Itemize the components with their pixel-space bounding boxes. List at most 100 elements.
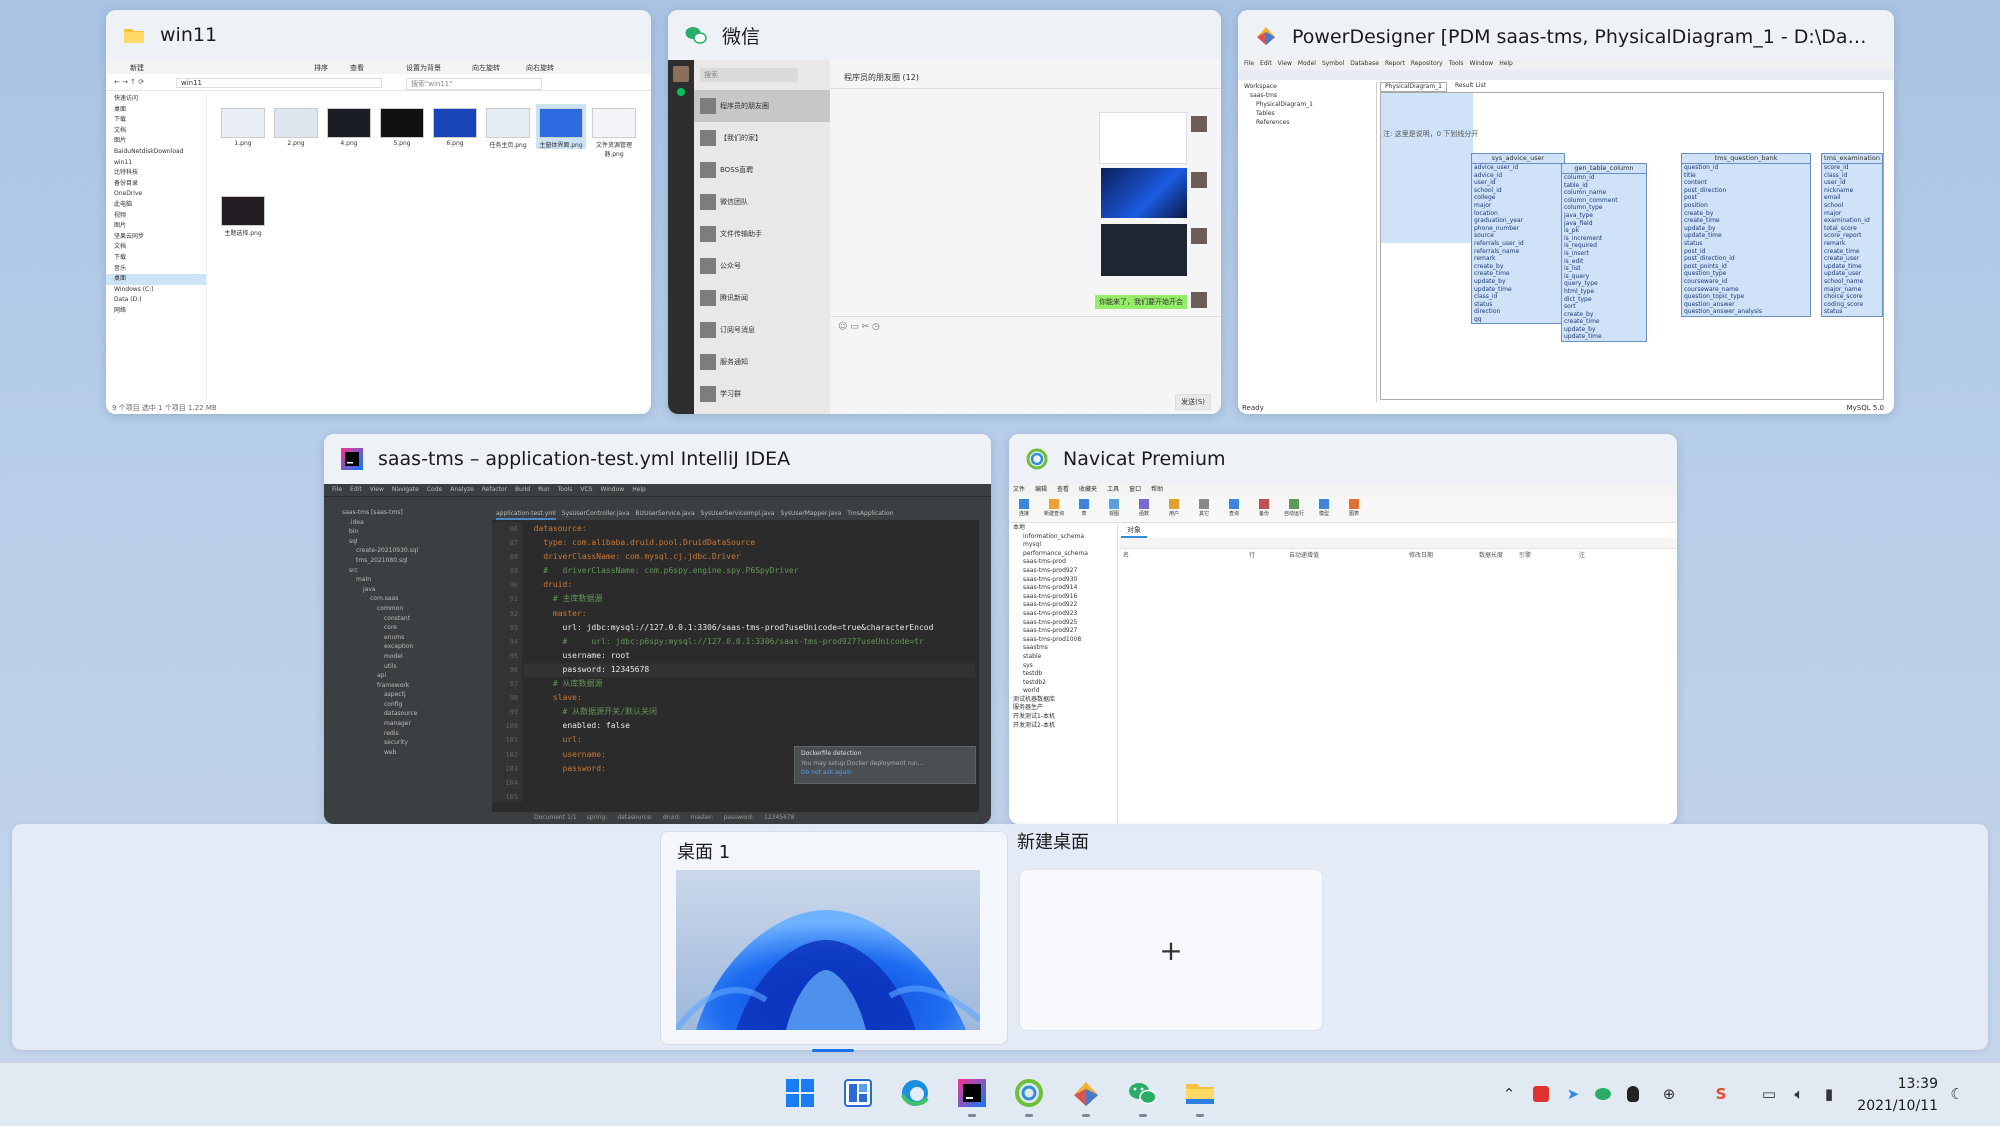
nav-item[interactable]: 图片 — [106, 221, 206, 232]
window-title-bar[interactable]: 微信 — [668, 10, 1221, 60]
file-item[interactable]: 1.png — [218, 104, 268, 147]
nav-item[interactable]: 快速访问 — [106, 94, 206, 105]
database-item[interactable]: information_schema — [1009, 533, 1117, 542]
column-header[interactable]: 引擎 — [1519, 550, 1531, 559]
chat-list-item[interactable]: 订阅号消息 — [694, 314, 830, 346]
nav-item[interactable]: 图片 — [106, 136, 206, 147]
image-message[interactable] — [1101, 168, 1187, 218]
project-tree-item[interactable]: redis — [336, 729, 492, 739]
database-item[interactable]: saas-tms-prod927 — [1009, 567, 1117, 576]
qq-icon[interactable] — [1622, 1083, 1644, 1105]
project-tree-item[interactable]: datasource — [336, 709, 492, 719]
tree-item[interactable]: Tables — [1238, 109, 1376, 118]
menu-item[interactable]: Analyze — [450, 484, 474, 496]
chat-list-item[interactable]: 文件传输助手 — [694, 218, 830, 250]
menu-item[interactable]: Tools — [1449, 60, 1464, 70]
menu-item[interactable]: Tools — [558, 484, 573, 496]
menu-item[interactable]: Code — [427, 484, 442, 496]
rotate-left-button[interactable]: 向左旋转 — [472, 63, 500, 73]
chat-list-item[interactable]: 程序员的朋友圈 — [694, 90, 830, 122]
toolbar-button[interactable]: 用户 — [1163, 496, 1185, 522]
database-item[interactable]: testdb — [1009, 670, 1117, 679]
connection-item[interactable]: 本地 — [1009, 524, 1117, 533]
show-hidden-icons-chevron-up-icon[interactable]: ⌃ — [1498, 1083, 1520, 1105]
toolbar-button[interactable]: 视图 — [1103, 496, 1125, 522]
tree-item[interactable]: saas-tms — [1238, 91, 1376, 100]
database-item[interactable]: stable — [1009, 653, 1117, 662]
project-tree-item[interactable]: exception — [336, 642, 492, 652]
nav-item[interactable]: 桌面 — [106, 274, 206, 285]
menu-item[interactable]: 窗口 — [1129, 484, 1141, 496]
pd-table[interactable]: gen_table_column column_id table_id column_… — [1561, 163, 1647, 343]
project-tree-item[interactable]: utils — [336, 662, 492, 672]
toolbar-button[interactable]: 模型 — [1313, 496, 1335, 522]
window-navicat[interactable]: Navicat Premium 文件 编辑 查看 收藏夹 工具 窗口 帮助 连接 新建查询 表 视… — [1009, 434, 1677, 824]
image-message[interactable] — [1101, 224, 1187, 276]
toolbar-button[interactable]: 函数 — [1133, 496, 1155, 522]
file-item[interactable]: 主窗体界面.png — [536, 104, 586, 149]
menu-item[interactable]: 帮助 — [1151, 484, 1163, 496]
menu-item[interactable]: Help — [632, 484, 646, 496]
file-item[interactable]: 文件资源管理器.png — [589, 104, 639, 158]
window-title-bar[interactable]: win11 — [106, 10, 651, 60]
nav-item[interactable]: 文档 — [106, 242, 206, 253]
tab-objects[interactable]: 对象 — [1121, 524, 1147, 538]
menu-item[interactable]: VCS — [580, 484, 592, 496]
nav-item[interactable]: Data (D:) — [106, 295, 206, 306]
menu-item[interactable]: Edit — [350, 484, 362, 496]
battery-icon[interactable]: ▮ — [1818, 1083, 1840, 1105]
start-button[interactable] — [780, 1073, 820, 1113]
chat-list-item[interactable]: 腾讯新闻 — [694, 282, 830, 314]
column-header[interactable]: 行 — [1249, 550, 1255, 559]
desktop-1[interactable]: 桌面 1 — [660, 831, 1008, 1052]
nav-item[interactable]: 桌面 — [106, 105, 206, 116]
project-tree-item[interactable]: web — [336, 748, 492, 758]
toolbar-button[interactable]: 备份 — [1253, 496, 1275, 522]
menu-item[interactable]: Build — [515, 484, 530, 496]
nav-item[interactable]: BaiduNetdiskDownload — [106, 147, 206, 158]
new-desktop-button[interactable]: + — [1019, 869, 1323, 1031]
menu-item[interactable]: File — [332, 484, 342, 496]
wechat-tray-icon[interactable] — [1592, 1083, 1614, 1105]
database-item[interactable]: saas-tms-prod922 — [1009, 601, 1117, 610]
database-item[interactable]: saas-tms-prod925 — [1009, 619, 1117, 628]
wechat-search-input[interactable]: 搜索 — [700, 68, 798, 82]
chat-list-item[interactable]: 【我们的家】 — [694, 122, 830, 154]
database-item[interactable]: saas-tms-prod923 — [1009, 610, 1117, 619]
menu-item[interactable]: File — [1244, 60, 1254, 70]
notification-moon-icon[interactable]: ☾ — [1946, 1083, 1968, 1105]
menu-item[interactable]: View — [1278, 60, 1292, 70]
edge-button[interactable] — [895, 1073, 935, 1113]
nav-item[interactable]: OneDrive — [106, 189, 206, 200]
editor-tab[interactable]: SysUserController.java — [562, 508, 630, 520]
window-title-bar[interactable]: PowerDesigner [PDM saas-tms, PhysicalDia… — [1238, 10, 1894, 60]
database-item[interactable]: saas-tms-prod — [1009, 558, 1117, 567]
column-header[interactable]: 注 — [1579, 550, 1585, 559]
rotate-right-button[interactable]: 向右旋转 — [526, 63, 554, 73]
tree-item[interactable]: References — [1238, 118, 1376, 127]
file-item[interactable]: 4.png — [324, 104, 374, 147]
toolbar-button[interactable]: 其它 — [1193, 496, 1215, 522]
project-tree-item[interactable]: src — [336, 566, 492, 576]
project-tree-item[interactable]: aspectj — [336, 690, 492, 700]
toolbar-button[interactable]: 新建查询 — [1043, 496, 1065, 522]
menu-item[interactable]: Report — [1385, 60, 1405, 70]
project-tree-item[interactable]: constant — [336, 614, 492, 624]
database-item[interactable]: saas-tms-prod927 — [1009, 627, 1117, 636]
sort-button[interactable]: 排序 — [314, 63, 328, 73]
database-item[interactable]: saas-tms-prod914 — [1009, 584, 1117, 593]
tree-item[interactable]: Workspace — [1238, 82, 1376, 91]
toolbar-button[interactable]: 图表 — [1343, 496, 1365, 522]
editor-tab[interactable]: SysUserServiceImpl.java — [701, 508, 775, 520]
pd-table[interactable]: tms_question_bank question_id title content… — [1681, 153, 1811, 317]
toolbar-button[interactable]: 表 — [1073, 496, 1095, 522]
project-tree-item[interactable]: security — [336, 738, 492, 748]
menu-item[interactable]: Refactor — [482, 484, 507, 496]
nav-item[interactable]: 视频 — [106, 211, 206, 222]
menu-item[interactable]: Model — [1298, 60, 1316, 70]
database-item[interactable]: saas-tms-prod1008 — [1009, 636, 1117, 645]
database-item[interactable]: world — [1009, 687, 1117, 696]
project-tree-item[interactable]: tms_2021080.sql — [336, 556, 492, 566]
explorer-search-input[interactable]: 搜索"win11" — [406, 78, 542, 90]
window-title-bar[interactable]: saas-tms – application-test.yml IntelliJ… — [324, 434, 991, 484]
